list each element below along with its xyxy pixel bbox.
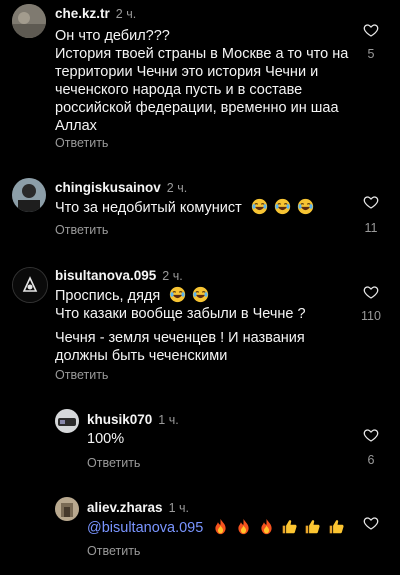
comment-username[interactable]: che.kz.tr 2 ч.	[55, 6, 136, 21]
comment-username[interactable]: aliev.zharas 1 ч.	[87, 500, 189, 515]
avatar[interactable]	[12, 178, 46, 212]
laugh-cry-emoji	[274, 198, 291, 215]
avatar-image	[12, 4, 46, 38]
reply-button[interactable]: Ответить	[87, 544, 140, 558]
fire-emoji	[235, 518, 252, 535]
laugh-cry-emoji	[192, 286, 209, 303]
laugh-cry-emoji	[297, 198, 314, 215]
comment-username[interactable]: chingiskusainov 2 ч.	[55, 180, 187, 195]
reply-button[interactable]: Ответить	[87, 456, 140, 470]
comment-username[interactable]: khusik070 1 ч.	[87, 412, 179, 427]
mention-link[interactable]: @bisultanova.095	[87, 520, 203, 536]
comment-text: 100%	[87, 431, 125, 447]
fire-emoji	[258, 518, 275, 535]
thumbs-up-emoji	[328, 518, 345, 535]
comment-text: Он что дебил???	[55, 28, 170, 44]
avatar-image	[55, 497, 79, 521]
avatar[interactable]	[12, 4, 46, 38]
comment-time: 1 ч.	[168, 501, 189, 515]
heart-icon[interactable]	[363, 284, 379, 300]
avatar[interactable]	[55, 497, 79, 521]
avatar-image	[12, 178, 46, 212]
heart-icon[interactable]	[363, 194, 379, 210]
comment-text: Чечня - земля чеченцев ! И названия долж…	[55, 330, 305, 364]
comment-text: История твоей страны в Москве а то что н…	[55, 46, 349, 134]
avatar-image	[13, 268, 47, 302]
heart-icon[interactable]	[363, 22, 379, 38]
comment-text: Проспись, дядя	[55, 286, 209, 305]
comment-text: Что казаки вообще забыли в Чечне ?	[55, 306, 306, 322]
laugh-cry-emoji	[251, 198, 268, 215]
comment-text: Что за недобитый комунист	[55, 198, 314, 217]
reply-button[interactable]: Ответить	[55, 368, 108, 382]
fire-emoji	[212, 518, 229, 535]
comment-time: 1 ч.	[158, 413, 179, 427]
comment-text: @bisultanova.095	[87, 518, 345, 537]
reply-button[interactable]: Ответить	[55, 223, 108, 237]
like-count: 6	[367, 453, 375, 467]
like-count: 11	[364, 221, 378, 235]
like-count: 110	[361, 309, 381, 323]
avatar[interactable]	[12, 267, 48, 303]
comment-time: 2 ч.	[162, 269, 183, 283]
comment-time: 2 ч.	[166, 181, 188, 195]
thumbs-up-emoji	[304, 518, 321, 535]
like-count: 5	[367, 47, 375, 61]
avatar[interactable]	[55, 409, 79, 433]
heart-icon[interactable]	[363, 515, 379, 531]
comment-time: 2 ч.	[115, 7, 137, 21]
avatar-image	[55, 409, 79, 433]
reply-button[interactable]: Ответить	[55, 136, 108, 150]
laugh-cry-emoji	[169, 286, 186, 303]
thumbs-up-emoji	[281, 518, 298, 535]
comment-username[interactable]: bisultanova.095 2 ч.	[55, 268, 183, 283]
heart-icon[interactable]	[363, 427, 379, 443]
